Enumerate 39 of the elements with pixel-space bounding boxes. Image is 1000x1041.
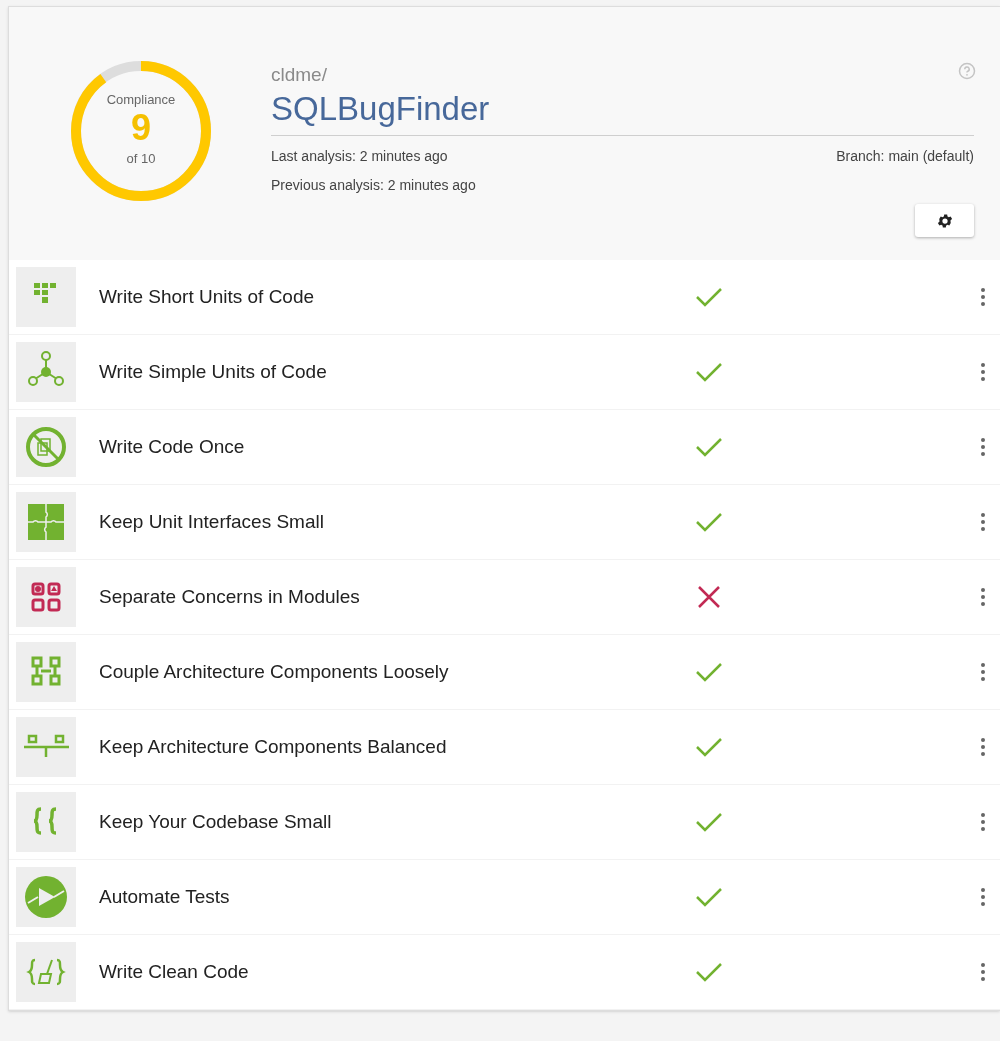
compliance-score: 9 xyxy=(131,110,151,146)
guideline-title[interactable]: Automate Tests xyxy=(99,882,679,912)
guideline-title[interactable]: Keep Your Codebase Small xyxy=(99,807,679,837)
more-options-icon[interactable] xyxy=(980,737,986,757)
no-copy-icon xyxy=(16,417,76,477)
score-total: of 10 xyxy=(126,152,156,165)
balance-icon xyxy=(16,717,76,777)
branch-label: Branch: main (default) xyxy=(836,147,974,166)
more-options-icon[interactable] xyxy=(980,587,986,607)
puzzle-icon xyxy=(16,492,76,552)
last-analysis: Last analysis: 2 minutes ago xyxy=(271,147,449,166)
components-icon xyxy=(16,642,76,702)
guideline-title[interactable]: Keep Architecture Components Balanced xyxy=(99,732,679,762)
gauge-label: Compliance xyxy=(106,93,176,106)
project-owner: cldme/ xyxy=(271,65,327,84)
project-name: SQLBugFinder xyxy=(271,92,974,136)
node-graph-icon xyxy=(16,342,76,402)
guideline-title[interactable]: Couple Architecture Components Loosely xyxy=(99,657,679,687)
settings-icon xyxy=(935,211,954,230)
more-options-icon[interactable] xyxy=(980,887,986,907)
more-options-icon[interactable] xyxy=(980,662,986,682)
more-options-icon[interactable] xyxy=(980,437,986,457)
guideline-title[interactable]: Write Simple Units of Code xyxy=(99,357,679,387)
more-options-icon[interactable] xyxy=(980,962,986,982)
guideline-title[interactable]: Separate Concerns in Modules xyxy=(99,582,679,612)
guideline-title[interactable]: Keep Unit Interfaces Small xyxy=(99,507,679,537)
guideline-title[interactable]: Write Code Once xyxy=(99,432,679,462)
more-options-icon[interactable] xyxy=(980,362,986,382)
previous-analysis: Previous analysis: 2 minutes ago xyxy=(271,176,476,195)
more-options-icon[interactable] xyxy=(980,287,986,307)
module-grid-icon xyxy=(16,567,76,627)
grid-blocks-icon xyxy=(16,267,76,327)
braces-icon xyxy=(16,792,76,852)
broom-braces-icon xyxy=(16,942,76,1002)
more-options-icon[interactable] xyxy=(980,512,986,532)
guideline-title[interactable]: Write Clean Code xyxy=(99,957,679,987)
settings-button[interactable] xyxy=(915,204,974,237)
guideline-title[interactable]: Write Short Units of Code xyxy=(99,282,679,312)
more-options-icon[interactable] xyxy=(980,812,986,832)
